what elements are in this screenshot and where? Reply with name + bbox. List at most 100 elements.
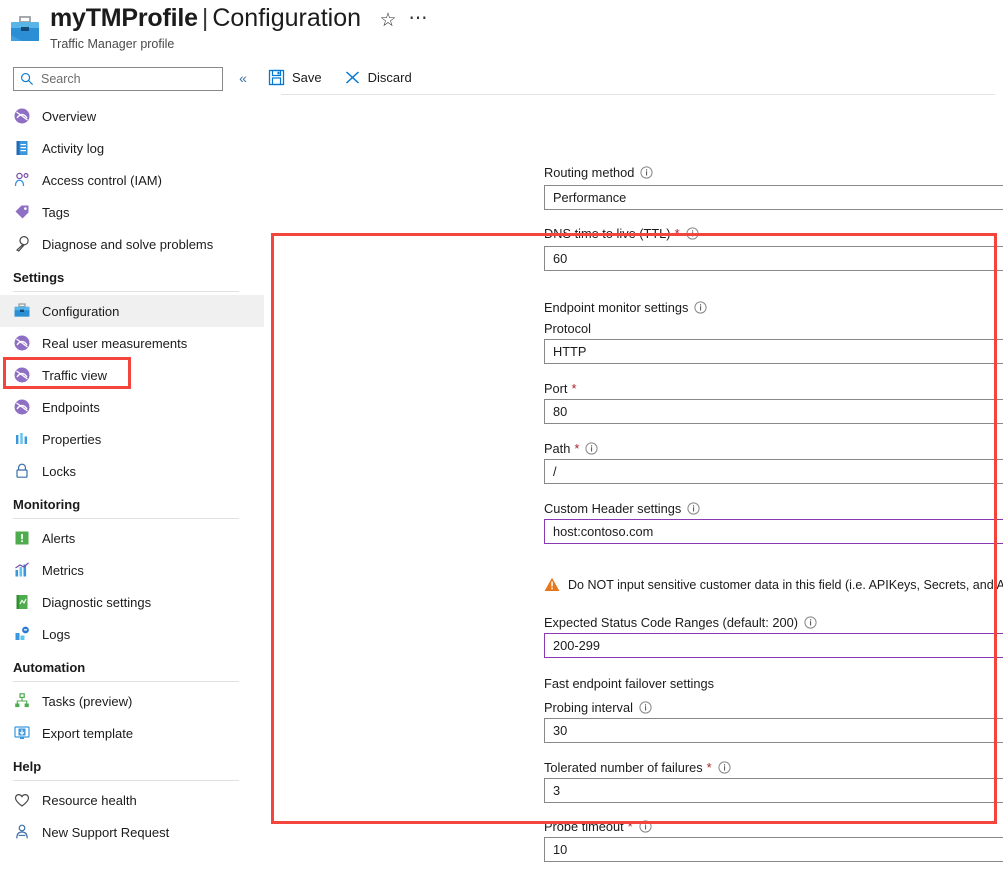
logs-icon — [13, 625, 31, 643]
info-icon[interactable] — [585, 442, 598, 455]
resource-health-icon — [13, 791, 31, 809]
sidebar-item-configuration[interactable]: Configuration — [0, 295, 264, 327]
info-icon[interactable] — [639, 820, 652, 833]
sidebar-item-activity-log[interactable]: Activity log — [0, 132, 264, 164]
metrics-icon — [13, 561, 31, 579]
traffic-manager-icon — [13, 366, 31, 384]
search-box[interactable] — [13, 67, 223, 91]
sidebar: « OverviewActivity log Access control (IA… — [0, 56, 264, 872]
sidebar-item-label: Export template — [42, 726, 133, 741]
info-icon[interactable] — [686, 227, 699, 240]
sidebar-item-tags[interactable]: Tags — [0, 196, 264, 228]
tasks-icon — [13, 692, 31, 710]
sidebar-item-new-support-request[interactable]: New Support Request — [0, 816, 264, 848]
path-input[interactable]: / — [544, 459, 1003, 484]
export-template-icon — [13, 724, 31, 742]
status-codes-input[interactable]: 200-299 — [544, 633, 1003, 658]
sidebar-item-label: Endpoints — [42, 400, 100, 415]
dns-ttl-value: 60 — [553, 247, 1003, 270]
sidebar-item-access-control-iam[interactable]: Access control (IAM) — [0, 164, 264, 196]
port-input[interactable]: 80 — [544, 399, 1003, 424]
save-button[interactable]: Save — [264, 63, 326, 91]
logs-icon — [13, 625, 31, 643]
sidebar-item-label: Diagnostic settings — [42, 595, 151, 610]
sidebar-item-label: Metrics — [42, 563, 84, 578]
sidebar-item-diagnose-and-solve-problems[interactable]: Diagnose and solve problems — [0, 228, 264, 260]
sidebar-item-export-template[interactable]: Export template — [0, 717, 264, 749]
sidebar-item-locks[interactable]: Locks — [0, 455, 264, 487]
sidebar-group-settings: Settings — [0, 260, 264, 292]
dns-ttl-label: DNS time to live (TTL) * — [544, 226, 699, 241]
sidebar-item-metrics[interactable]: Metrics — [0, 554, 264, 586]
toolbar-divider — [281, 94, 995, 95]
info-icon[interactable] — [718, 761, 731, 774]
tasks-icon — [13, 692, 31, 710]
sidebar-item-properties[interactable]: Properties — [0, 423, 264, 455]
info-icon[interactable] — [804, 616, 817, 629]
tolerated-failures-input[interactable]: 3 — [544, 778, 1003, 803]
resource-name: myTMProfile — [50, 4, 198, 32]
probing-interval-value: 30 — [553, 719, 1003, 742]
sidebar-item-real-user-measurements[interactable]: Real user measurements — [0, 327, 264, 359]
required-indicator: * — [675, 228, 680, 240]
sidebar-item-overview[interactable]: Overview — [0, 100, 264, 132]
custom-header-value: host:contoso.com — [553, 520, 1003, 543]
page-header: myTMProfile|Configuration ☆ ⋯ Traffic Ma… — [0, 0, 1003, 56]
sidebar-item-label: Alerts — [42, 531, 75, 546]
sidebar-item-tasks-preview[interactable]: Tasks (preview) — [0, 685, 264, 717]
custom-header-input[interactable]: host:contoso.com — [544, 519, 1003, 544]
support-request-icon — [13, 823, 31, 841]
probing-interval-dropdown[interactable]: 30 — [544, 718, 1003, 743]
protocol-dropdown[interactable]: HTTP — [544, 339, 1003, 364]
port-value: 80 — [553, 400, 1003, 423]
status-codes-value: 200-299 — [553, 634, 1003, 657]
sidebar-group-title: Settings — [13, 270, 264, 285]
sidebar-item-diagnostic-settings[interactable]: Diagnostic settings — [0, 586, 264, 618]
access-control-icon — [13, 171, 31, 189]
tag-icon — [13, 203, 31, 221]
info-icon[interactable] — [640, 166, 653, 179]
info-icon[interactable] — [687, 502, 700, 515]
alert-icon — [13, 529, 31, 547]
tolerated-failures-label: Tolerated number of failures * — [544, 760, 731, 775]
sidebar-group-title: Automation — [13, 660, 264, 675]
routing-method-label: Routing method — [544, 165, 653, 180]
info-icon[interactable] — [694, 301, 707, 314]
sidebar-item-label: Real user measurements — [42, 336, 187, 351]
dns-ttl-input[interactable]: 60 — [544, 246, 1003, 271]
sensitive-data-warning: Do NOT input sensitive customer data in … — [544, 577, 1003, 592]
search-input[interactable] — [39, 68, 219, 90]
routing-method-dropdown[interactable]: Performance — [544, 185, 1003, 210]
sidebar-item-traffic-view[interactable]: Traffic view — [0, 359, 264, 391]
traffic-manager-icon — [13, 334, 31, 352]
sidebar-item-label: Diagnose and solve problems — [42, 237, 213, 252]
probe-timeout-value: 10 — [553, 838, 1003, 861]
discard-button[interactable]: Discard — [340, 63, 416, 91]
ellipsis-icon[interactable]: ⋯ — [408, 9, 428, 29]
lock-icon — [13, 462, 31, 480]
main-content: Save Discard Routing method Performance … — [264, 56, 1003, 872]
sidebar-item-label: Locks — [42, 464, 76, 479]
path-value: / — [553, 460, 1003, 483]
path-label: Path * — [544, 441, 598, 456]
lock-icon — [13, 462, 31, 480]
title-separator: | — [202, 4, 209, 32]
sidebar-item-label: Properties — [42, 432, 101, 447]
probing-interval-label: Probing interval — [544, 700, 652, 715]
sidebar-item-resource-health[interactable]: Resource health — [0, 784, 264, 816]
star-icon[interactable]: ☆ — [378, 11, 398, 31]
probe-timeout-input[interactable]: 10 — [544, 837, 1003, 862]
configuration-icon — [13, 302, 31, 320]
page-title: myTMProfile|Configuration — [50, 4, 361, 36]
properties-icon — [13, 430, 31, 448]
sidebar-group-divider — [13, 780, 239, 781]
sidebar-item-endpoints[interactable]: Endpoints — [0, 391, 264, 423]
info-icon[interactable] — [639, 701, 652, 714]
double-chevron-left-icon[interactable]: « — [234, 69, 252, 87]
support-request-icon — [13, 823, 31, 841]
sidebar-item-logs[interactable]: Logs — [0, 618, 264, 650]
sidebar-item-label: Access control (IAM) — [42, 173, 162, 188]
search-icon — [20, 72, 34, 86]
wrench-icon — [13, 235, 31, 253]
sidebar-item-alerts[interactable]: Alerts — [0, 522, 264, 554]
